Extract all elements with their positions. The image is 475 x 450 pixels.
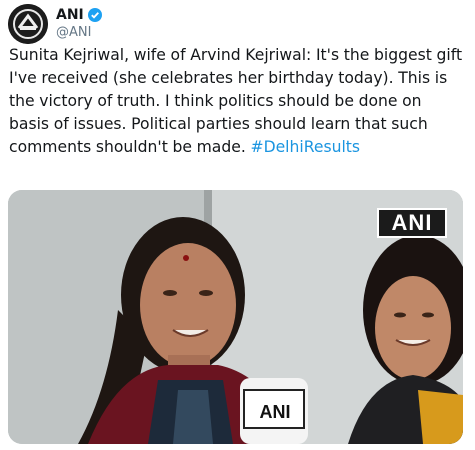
author-handle[interactable]: @ANI [56, 25, 102, 41]
mic-logo-text: ANI [259, 402, 291, 422]
mic-logo: ANI [248, 402, 302, 423]
tweet-media-image[interactable]: ANI ANI [8, 190, 463, 444]
tweet-header: ANI @ANI [8, 4, 468, 44]
author-display-name[interactable]: ANI [56, 7, 84, 23]
author-names: ANI @ANI [56, 6, 102, 41]
tweet-text: Sunita Kejriwal, wife of Arvind Kejriwal… [9, 44, 465, 159]
verified-badge-icon [87, 7, 102, 22]
hashtag-link[interactable]: #DelhiResults [251, 138, 361, 156]
watermark-text: ANI [391, 210, 433, 235]
author-avatar[interactable] [8, 4, 48, 44]
ani-logo-icon [8, 4, 48, 44]
ani-watermark: ANI [377, 208, 447, 238]
tweet-body: Sunita Kejriwal, wife of Arvind Kejriwal… [9, 46, 463, 156]
